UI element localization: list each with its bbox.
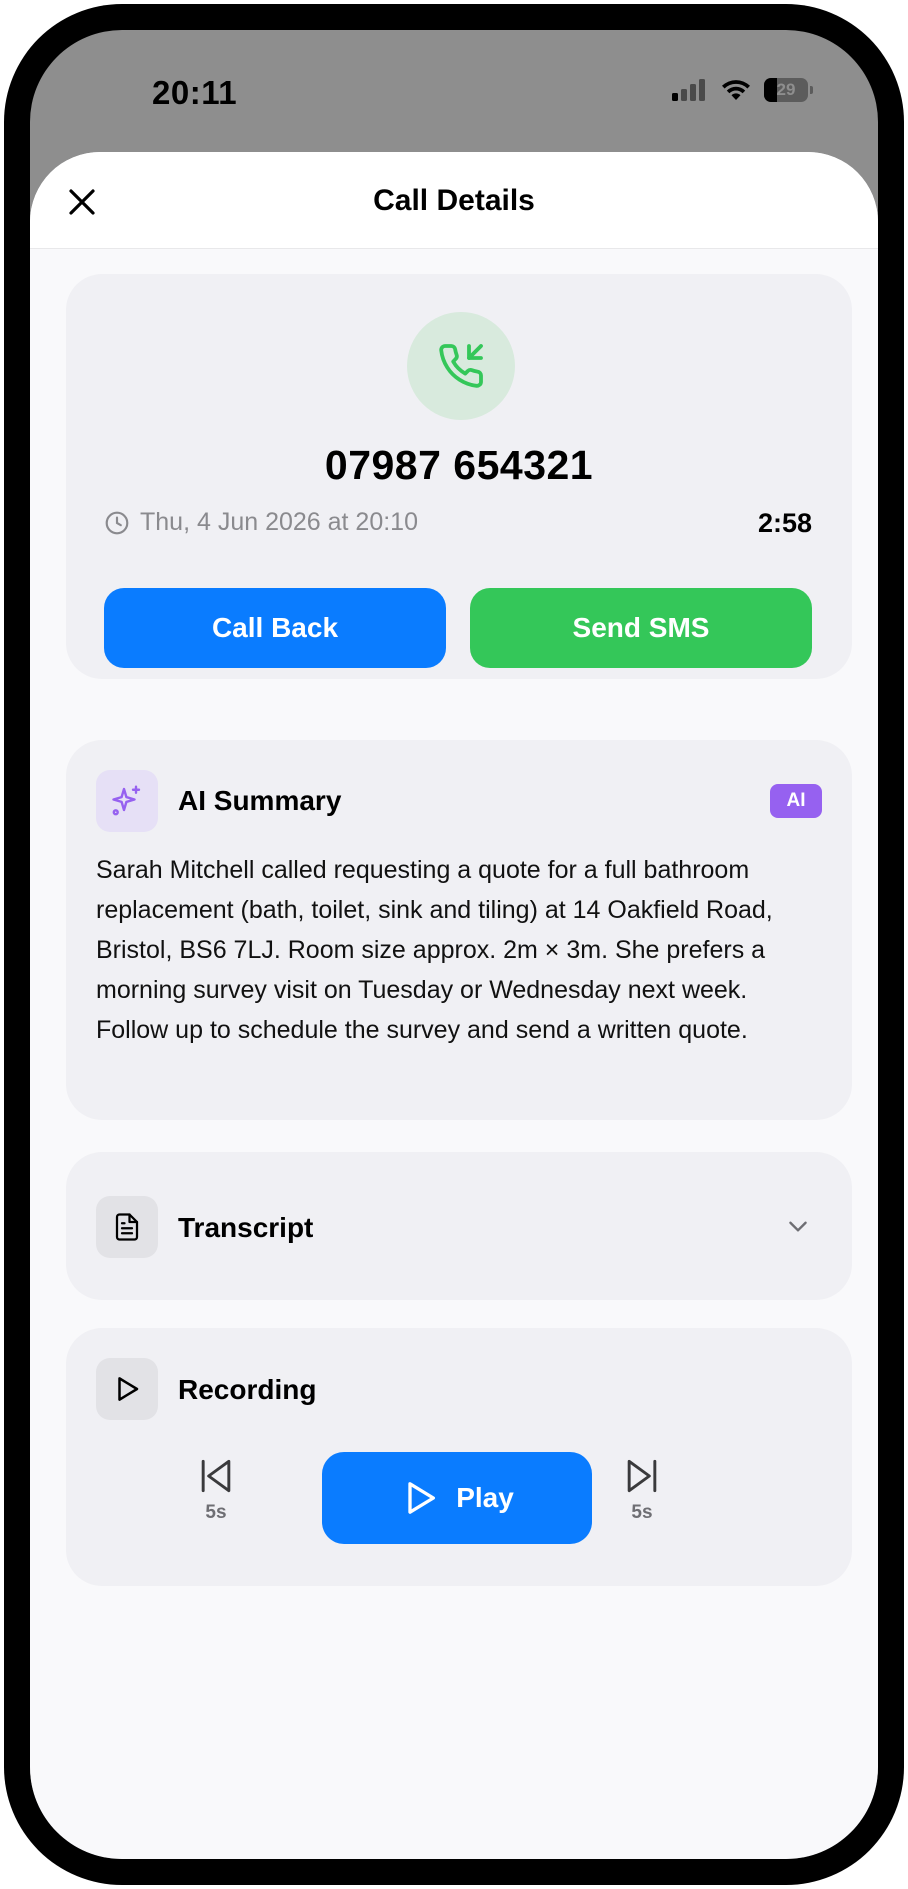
- call-back-button[interactable]: Call Back: [104, 588, 446, 668]
- ai-badge: AI: [770, 784, 822, 818]
- caller-number: 07987 654321: [324, 442, 594, 488]
- page-title: Call Details: [373, 184, 535, 217]
- transcript-expand-toggle[interactable]: [782, 1210, 814, 1242]
- battery-level: 29: [776, 80, 796, 99]
- play-label: Play: [456, 1482, 514, 1513]
- chevron-down-icon: [789, 1221, 807, 1232]
- play-icon: [118, 1377, 139, 1401]
- ai-summary-title: AI Summary: [178, 785, 342, 816]
- call-duration: 2:58: [757, 508, 812, 538]
- phone-incoming-icon: [439, 344, 483, 388]
- recording-title: Recording: [178, 1374, 317, 1405]
- device-frame: 20:11 29 Call Details 07987 654321 Thu, …: [4, 4, 904, 1885]
- play-button[interactable]: Play: [322, 1452, 592, 1544]
- call-type-badge: [407, 312, 515, 420]
- clock-icon: [105, 511, 129, 534]
- transcript-icon-tile: [96, 1196, 158, 1258]
- screen: 20:11 29 Call Details 07987 654321 Thu, …: [30, 30, 878, 1859]
- sheet-header: Call Details: [30, 152, 878, 249]
- status-time: 20:11: [152, 74, 238, 111]
- send-sms-button[interactable]: Send SMS: [470, 588, 812, 668]
- call-datetime-row: Thu, 4 Jun 2026 at 20:10: [104, 508, 418, 537]
- skip-forward-icon: [627, 1459, 657, 1493]
- document-icon: [115, 1213, 139, 1241]
- call-info-card: 07987 654321 Thu, 4 Jun 2026 at 20:10 2:…: [66, 274, 852, 679]
- ai-summary-card: AI Summary AI Sarah Mitchell called requ…: [66, 740, 852, 1120]
- summary-icon-tile: [96, 770, 158, 832]
- battery-icon: 29: [764, 78, 814, 102]
- transcript-card[interactable]: Transcript: [66, 1152, 852, 1300]
- signal-icon: [672, 79, 705, 101]
- sparkles-icon: [112, 785, 141, 816]
- skip-back-icon: [201, 1459, 231, 1493]
- skip-forward-label: 5s: [631, 1502, 653, 1523]
- skip-back-label: 5s: [205, 1502, 227, 1523]
- skip-forward-button[interactable]: 5s: [612, 1454, 672, 1524]
- ai-summary-text: Sarah Mitchell called requesting a quote…: [96, 856, 773, 1044]
- recording-icon-tile: [96, 1358, 158, 1420]
- status-icons: 29: [672, 78, 814, 102]
- call-datetime: Thu, 4 Jun 2026 at 20:10: [140, 508, 418, 536]
- call-details-sheet: Call Details 07987 654321 Thu, 4 Jun 202…: [30, 152, 878, 1859]
- wifi-icon: [722, 80, 750, 100]
- transcript-title: Transcript: [178, 1212, 314, 1243]
- recording-card: Recording 5s Play 5s: [66, 1328, 852, 1586]
- skip-back-button[interactable]: 5s: [186, 1454, 246, 1524]
- play-icon: [408, 1482, 436, 1514]
